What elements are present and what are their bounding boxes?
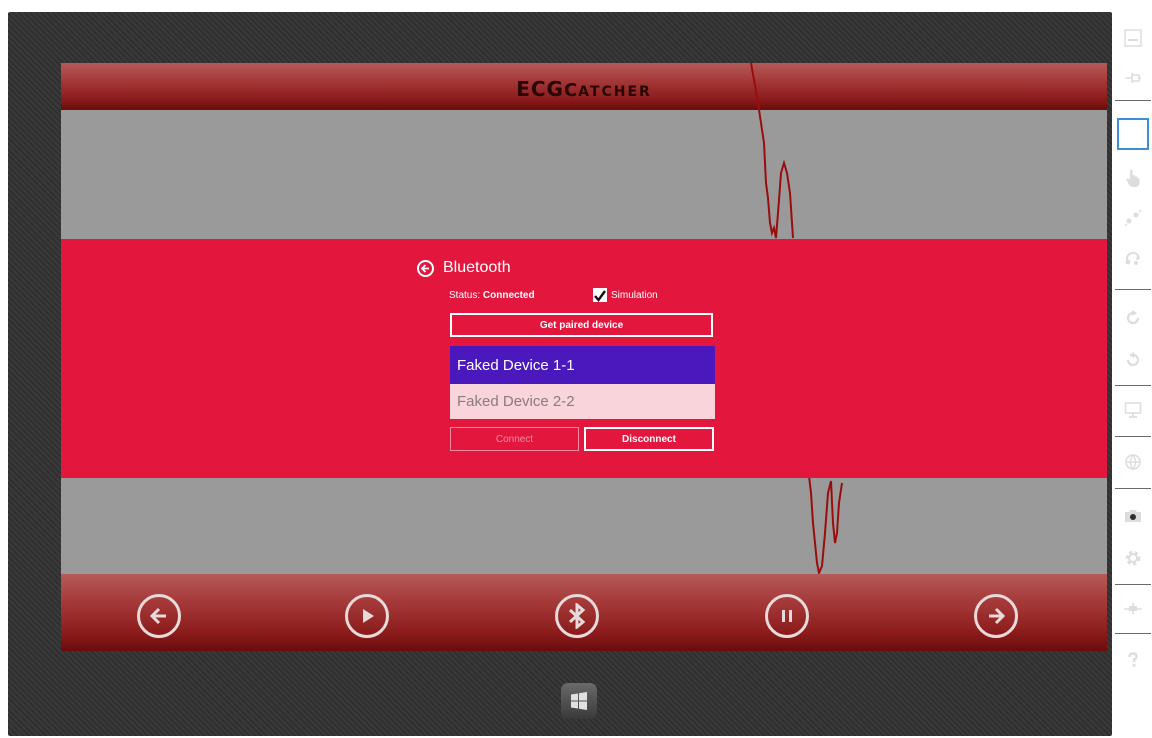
arrow-left-icon [149,607,166,625]
rotate-clockwise-icon [1126,310,1140,325]
globe-icon [1125,454,1141,471]
device-item-selected[interactable]: Faked Device 1-1 [450,346,715,384]
checkmark-icon [594,290,606,302]
pinch-zoom-button[interactable] [1117,202,1149,234]
toolbar-separator [1115,584,1151,585]
rotate-clockwise-button[interactable] [1117,302,1149,334]
pin-button[interactable] [1117,62,1149,94]
connect-button[interactable]: Connect [450,427,579,451]
pinch-icon [1124,209,1142,227]
pause-icon [782,610,792,622]
monitor-icon [1124,402,1142,418]
simulation-label[interactable]: Simulation [611,290,658,301]
rotate-counterclockwise-button[interactable] [1117,344,1149,376]
toolbar-separator [1115,100,1151,101]
back-arrow-icon [420,263,429,273]
bluetooth-icon [568,603,586,629]
windows-logo-icon [571,692,587,710]
camera-icon [1125,510,1141,522]
resolution-button[interactable] [1117,394,1149,426]
screenshot-settings-button[interactable] [1117,542,1149,574]
touch-mode-button[interactable] [1117,162,1149,194]
rotate-counterclockwise-icon [1126,352,1140,367]
screenshot-button[interactable] [1117,500,1149,532]
bluetooth-button[interactable] [555,594,599,638]
network-button[interactable] [1117,592,1149,624]
back-button[interactable] [417,259,434,277]
windows-start-button[interactable] [561,683,597,719]
status-label: Status: [449,290,481,301]
toolbar-separator [1115,289,1151,290]
next-button[interactable] [974,594,1018,638]
location-button[interactable] [1117,446,1149,478]
app-footer [61,574,1107,651]
mouse-mode-button[interactable] [1117,118,1149,150]
toolbar-separator [1115,488,1151,489]
pause-button[interactable] [765,594,809,638]
toolbar-separator [1115,633,1151,634]
settings-icon [1125,550,1141,566]
toolbar-separator [1115,436,1151,437]
play-button[interactable] [345,594,389,638]
simulation-checkbox[interactable] [593,288,607,302]
disconnect-button[interactable]: Disconnect [584,427,714,451]
previous-button[interactable] [137,594,181,638]
help-button[interactable] [1117,644,1149,676]
flyout-title-row: Bluetooth [417,257,511,279]
status-value: Connected [482,290,535,301]
get-paired-device-button[interactable]: Get paired device [450,313,713,337]
play-icon [363,609,374,623]
rotate-touch-icon [1125,251,1140,265]
simulator-toolbar [1113,12,1152,682]
pointer-icon [1129,127,1138,142]
arrow-right-icon [989,607,1006,625]
pin-icon [1125,73,1141,83]
toolbar-separator [1115,385,1151,386]
rotation-mode-button[interactable] [1117,242,1149,274]
status-text: Status: Connected [449,290,535,301]
network-icon [1124,603,1142,614]
minimize-button[interactable] [1117,22,1149,54]
help-icon [1128,652,1138,667]
device-list[interactable]: Faked Device 1-1 Faked Device 2-2 [450,346,715,419]
minimize-icon [1124,29,1142,47]
touch-icon [1126,169,1140,187]
flyout-title: Bluetooth [443,259,511,276]
device-item[interactable]: Faked Device 2-2 [450,384,715,419]
